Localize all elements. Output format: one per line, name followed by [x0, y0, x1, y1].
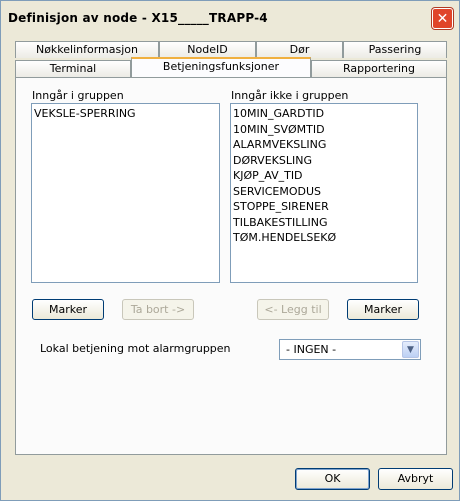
not-included-label: Inngår ikke i gruppen [231, 89, 349, 102]
chevron-down-icon[interactable]: ▼ [402, 341, 419, 358]
local-control-value: - INGEN - [286, 343, 337, 356]
window-title: Definisjon av node - X15_____TRAPP-4 [8, 11, 268, 25]
remove-button[interactable]: Ta bort -> [122, 299, 194, 320]
tab-nodeid[interactable]: NodeID [159, 41, 256, 58]
list-item[interactable]: TILBAKESTILLING [233, 215, 415, 231]
list-item[interactable]: STOPPE_SIRENER [233, 199, 415, 215]
marker-included-button[interactable]: Marker [32, 299, 104, 320]
included-label: Inngår i gruppen [32, 89, 124, 102]
list-item[interactable]: 10MIN_SVØMTID [233, 122, 415, 138]
list-item[interactable]: ALARMVEKSLING [233, 137, 415, 153]
add-button[interactable]: <- Legg til [257, 299, 329, 320]
close-icon: ✕ [436, 10, 449, 27]
title-bar: Definisjon av node - X15_____TRAPP-4 ✕ [1, 1, 459, 33]
not-included-listbox[interactable]: 10MIN_GARDTID 10MIN_SVØMTID ALARMVEKSLIN… [230, 103, 418, 283]
cancel-button[interactable]: Avbryt [378, 468, 453, 490]
tab-dor[interactable]: Dør [256, 41, 343, 58]
ok-button[interactable]: OK [295, 468, 370, 490]
tab-rapportering[interactable]: Rapportering [311, 60, 447, 77]
tab-terminal[interactable]: Terminal [15, 60, 131, 77]
list-item[interactable]: DØRVEKSLING [233, 153, 415, 169]
list-item[interactable]: SERVICEMODUS [233, 184, 415, 200]
marker-not-included-button[interactable]: Marker [347, 299, 419, 320]
dialog-window: Definisjon av node - X15_____TRAPP-4 ✕ N… [0, 0, 460, 501]
list-item[interactable]: KJØP_AV_TID [233, 168, 415, 184]
list-item[interactable]: VEKSLE-SPERRING [34, 106, 217, 122]
close-button[interactable]: ✕ [432, 8, 453, 29]
list-item[interactable]: 10MIN_GARDTID [233, 106, 415, 122]
tab-passering[interactable]: Passering [343, 41, 447, 58]
tab-betjeningsfunksjoner[interactable]: Betjeningsfunksjoner [131, 57, 311, 77]
local-control-label: Lokal betjening mot alarmgruppen [40, 342, 231, 355]
included-listbox[interactable]: VEKSLE-SPERRING [31, 103, 220, 283]
list-item[interactable]: TØM.HENDELSEKØ [233, 230, 415, 246]
tab-nokkelinformasjon[interactable]: Nøkkelinformasjon [15, 41, 159, 58]
local-control-select[interactable]: - INGEN - ▼ [279, 339, 421, 360]
tab-panel: Inngår i gruppen VEKSLE-SPERRING Inngår … [15, 77, 447, 455]
